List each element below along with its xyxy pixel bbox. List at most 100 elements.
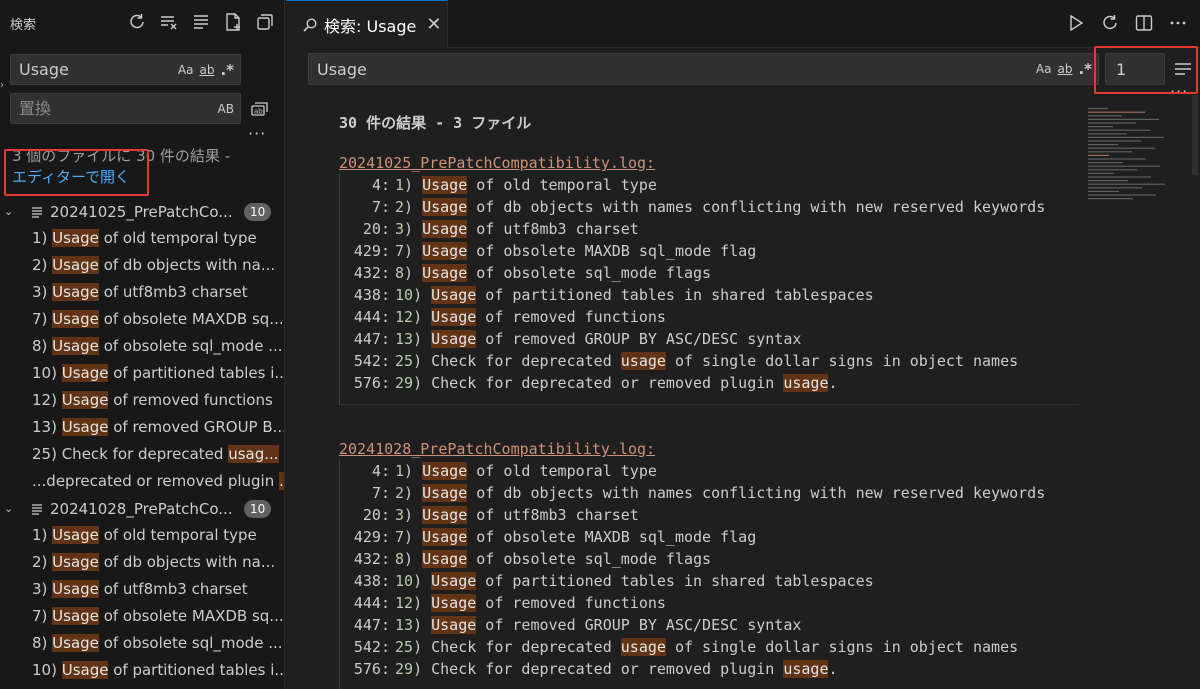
regex-icon[interactable]: .* [1078, 60, 1092, 78]
result-line[interactable]: 7: 2) Usage of db objects with names conf… [340, 482, 1079, 504]
match-row[interactable]: 10) Usage of partitioned tables i... [0, 657, 284, 684]
item-number: 10 [395, 572, 414, 590]
line-suffix: . [828, 374, 838, 392]
whole-word-icon[interactable]: ab [199, 63, 214, 77]
result-line[interactable]: 542: 25) Check for deprecated usage of si… [340, 636, 1079, 658]
split-editor-icon[interactable] [1134, 13, 1154, 33]
result-file-link[interactable]: 20241028_PrePatchCompatibility.log: [339, 438, 1079, 460]
result-line[interactable]: 20: 3) Usage of utf8mb3 charset [340, 218, 1079, 240]
match-highlight: Usage [422, 176, 468, 194]
result-line[interactable]: 447: 13) Usage of removed GROUP BY ASC/DE… [340, 328, 1079, 350]
match-row[interactable]: 3) Usage of utf8mb3 charset [0, 279, 284, 306]
item-number: 2 [395, 484, 405, 502]
toggle-context-lines-icon[interactable] [1172, 58, 1194, 80]
match-count-badge: 10 [244, 499, 272, 518]
file-row[interactable]: ⌄ 20241028_PrePatchCo... 10 [0, 495, 284, 522]
match-highlight: Usage [422, 264, 468, 282]
result-line[interactable]: 576: 29) Check for deprecated or removed … [340, 372, 1079, 394]
match-row[interactable]: 12) Usage of removed functions [0, 387, 284, 414]
match-row[interactable]: 8) Usage of obsolete sql_mode ... [0, 630, 284, 657]
sidebar-replace-field: AB [10, 93, 241, 124]
minimap-line [1088, 198, 1133, 200]
result-line[interactable]: 429: 7) Usage of obsolete MAXDB sql_mode … [340, 240, 1079, 262]
editor-search-input[interactable] [317, 54, 870, 84]
item-number: 3 [395, 506, 405, 524]
match-row[interactable]: 25) Check for deprecated usag... [0, 441, 284, 468]
search-details-toggle-icon[interactable]: ··· [248, 124, 266, 143]
more-actions-icon[interactable] [1168, 13, 1188, 33]
run-search-icon[interactable] [1066, 13, 1086, 33]
rerun-icon[interactable] [1100, 13, 1120, 33]
item-number: 10 [395, 286, 414, 304]
regex-icon[interactable]: .* [220, 61, 234, 79]
result-line[interactable]: 438: 10) Usage of partitioned tables in s… [340, 284, 1079, 306]
result-line[interactable]: 432: 8) Usage of obsolete sql_mode flags [340, 548, 1079, 570]
match-highlight: Usage [52, 553, 99, 571]
line-number: 447: [353, 330, 390, 348]
result-line[interactable]: 438: 10) Usage of partitioned tables in s… [340, 570, 1079, 592]
match-case-icon[interactable]: Aa [178, 63, 194, 77]
result-line[interactable]: 4: 1) Usage of old temporal type [340, 174, 1079, 196]
match-highlight: Usage [422, 550, 468, 568]
minimap[interactable] [1084, 105, 1176, 205]
match-row[interactable]: 1) Usage of old temporal type [0, 225, 284, 252]
result-line[interactable]: 20: 3) Usage of utf8mb3 charset [340, 504, 1079, 526]
result-line[interactable]: 444: 12) Usage of removed functions [340, 592, 1079, 614]
tab-search-editor[interactable]: 検索: Usage ✕ [286, 0, 448, 48]
match-row[interactable]: 13) Usage of removed GROUP B... [0, 414, 284, 441]
result-line[interactable]: 4: 1) Usage of old temporal type [340, 460, 1079, 482]
line-text: 7) Usage of obsolete MAXDB sql_mode flag [390, 526, 756, 548]
match-row[interactable]: 2) Usage of db objects with na... [0, 549, 284, 576]
context-lines-input[interactable] [1116, 54, 1156, 84]
line-prefix: ) [413, 286, 432, 304]
view-as-tree-icon[interactable] [255, 12, 275, 32]
item-number: 8 [395, 264, 405, 282]
line-suffix: of db objects with names conflicting wit… [467, 484, 1046, 502]
match-row[interactable]: 1) Usage of old temporal type [0, 522, 284, 549]
match-row[interactable]: ...deprecated or removed plugin ... [0, 468, 284, 495]
replace-input[interactable] [19, 94, 180, 123]
preserve-case-icon[interactable]: AB [218, 102, 234, 116]
vertical-scrollbar[interactable] [1190, 95, 1200, 689]
open-in-editor-link[interactable]: エディターで開く [12, 166, 130, 187]
editor-search-field: Aa ab .* [308, 53, 1099, 85]
result-line[interactable]: 444: 12) Usage of removed functions [340, 306, 1079, 328]
minimap-line [1088, 176, 1151, 178]
search-input[interactable] [19, 55, 180, 84]
search-sidebar: 検索 › Aa ab .* AB ab ··· 3 個のファイルに 30 件の結… [0, 0, 285, 689]
toggle-replace-icon[interactable]: › [0, 80, 4, 91]
line-prefix: ) [413, 572, 432, 590]
match-row[interactable]: 8) Usage of obsolete sql_mode ... [0, 333, 284, 360]
match-case-icon[interactable]: Aa [1036, 62, 1052, 76]
result-line[interactable]: 7: 2) Usage of db objects with names conf… [340, 196, 1079, 218]
result-file-link[interactable]: 20241025_PrePatchCompatibility.log: [339, 152, 1079, 174]
editor-search-details-icon[interactable]: ··· [1170, 82, 1188, 101]
result-line[interactable]: 447: 13) Usage of removed GROUP BY ASC/DE… [340, 614, 1079, 636]
match-row[interactable]: 7) Usage of obsolete MAXDB sq... [0, 306, 284, 333]
whole-word-icon[interactable]: ab [1057, 62, 1072, 76]
result-line[interactable]: 542: 25) Check for deprecated usage of si… [340, 350, 1079, 372]
match-row[interactable]: 3) Usage of utf8mb3 charset [0, 576, 284, 603]
close-icon[interactable]: ✕ [426, 14, 441, 35]
match-row[interactable]: 2) Usage of db objects with na... [0, 252, 284, 279]
replace-all-icon[interactable]: ab [249, 98, 271, 120]
new-search-editor-icon[interactable] [223, 12, 243, 32]
file-icon [32, 503, 42, 515]
collapse-all-icon[interactable] [191, 12, 211, 32]
result-line[interactable]: 429: 7) Usage of obsolete MAXDB sql_mode … [340, 526, 1079, 548]
result-line[interactable]: 432: 8) Usage of obsolete sql_mode flags [340, 262, 1079, 284]
match-prefix: 1) [32, 526, 53, 544]
chevron-down-icon[interactable]: ⌄ [4, 502, 16, 515]
match-row[interactable]: 10) Usage of partitioned tables i... [0, 360, 284, 387]
line-prefix: ) [404, 528, 423, 546]
minimap-line [1088, 190, 1119, 192]
file-row[interactable]: ⌄ 20241025_PrePatchCo... 10 [0, 198, 284, 225]
chevron-down-icon[interactable]: ⌄ [4, 205, 16, 218]
match-row[interactable]: 7) Usage of obsolete MAXDB sq... [0, 603, 284, 630]
result-line[interactable]: 576: 29) Check for deprecated or removed … [340, 658, 1079, 680]
match-highlight: Usage [431, 572, 477, 590]
clear-results-icon[interactable] [159, 12, 179, 32]
refresh-icon[interactable] [127, 12, 147, 32]
line-suffix: of old temporal type [467, 176, 657, 194]
file-name: 20241025_PrePatchCo... [50, 202, 233, 221]
